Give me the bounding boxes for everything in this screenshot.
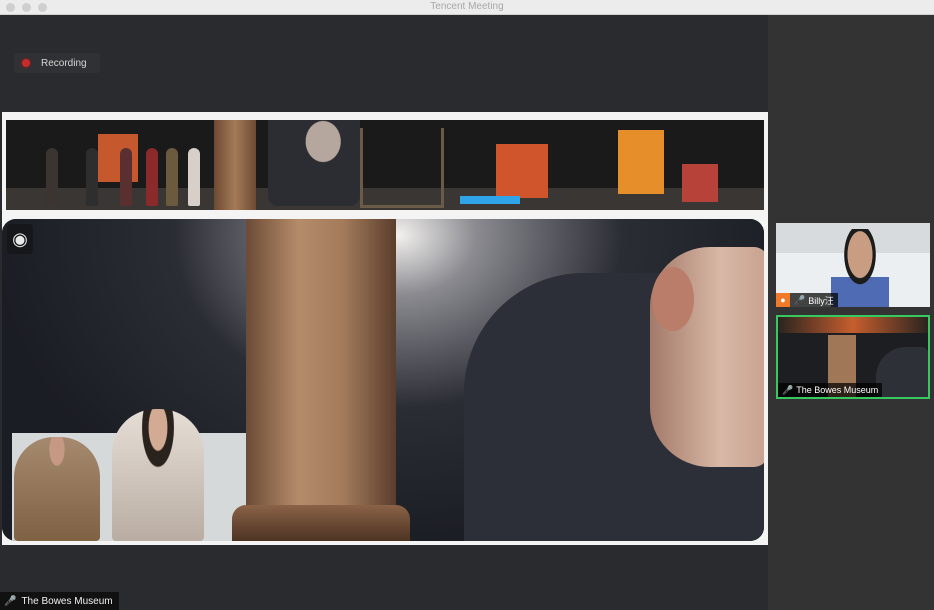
participant-video xyxy=(831,229,889,307)
participant-name: The Bowes Museum xyxy=(796,385,879,395)
main-camera-feed: ◉ xyxy=(2,219,764,541)
window-title: Tencent Meeting xyxy=(430,1,504,12)
person-icon: ● xyxy=(776,293,790,307)
panorama-monitor xyxy=(460,196,520,204)
mic-icon: 🎤 xyxy=(794,294,806,305)
active-speaker-label: 🎤 The Bowes Museum xyxy=(0,592,119,610)
participant-tile-active[interactable]: 🎤 The Bowes Museum xyxy=(776,315,930,399)
panorama-artwork xyxy=(682,164,718,202)
recording-dot-icon xyxy=(22,59,30,67)
panorama-artwork xyxy=(618,130,664,194)
panorama-scaffold xyxy=(360,128,444,208)
owl-logo-icon: ◉ xyxy=(7,224,33,254)
participant-tile[interactable]: ● 🎤 Billy汪 xyxy=(776,223,930,307)
recording-indicator[interactable]: Recording xyxy=(14,53,100,73)
panorama-visitor xyxy=(46,148,58,206)
participant-video-panorama xyxy=(778,317,928,333)
panorama-artwork xyxy=(98,134,138,182)
panorama-speaker xyxy=(268,120,360,206)
panorama-pillar xyxy=(214,120,256,210)
camera-pillar-base xyxy=(232,505,410,541)
shared-video-frame: ◉ xyxy=(2,112,768,545)
camera-visitor xyxy=(112,409,204,541)
panorama-visitor xyxy=(146,148,158,206)
mic-icon: 🎤 xyxy=(4,595,17,607)
mic-icon: 🎤 xyxy=(782,384,794,395)
camera-pillar xyxy=(246,219,396,541)
panorama-visitor xyxy=(86,148,98,206)
participant-name: Billy汪 xyxy=(808,295,834,306)
participant-video-speaker xyxy=(876,347,928,397)
panorama-visitor xyxy=(188,148,200,206)
camera-speaker-ear xyxy=(652,267,694,331)
participant-label: 🎤 The Bowes Museum xyxy=(778,383,883,397)
participant-sidebar: ● 🎤 Billy汪 🎤 The Bowes Museum xyxy=(768,15,934,610)
panorama-visitor xyxy=(166,148,178,206)
panorama-visitor xyxy=(120,148,132,206)
participant-label: ● 🎤 Billy汪 xyxy=(776,293,838,307)
camera-visitor xyxy=(14,437,100,541)
panorama-feed xyxy=(6,120,764,210)
active-speaker-name: The Bowes Museum xyxy=(21,595,113,607)
panorama-artwork xyxy=(496,144,548,198)
recording-label: Recording xyxy=(41,57,87,69)
window-titlebar: Tencent Meeting xyxy=(0,0,934,15)
main-video-area: Recording ◉ 🎤 The Bowes Museum xyxy=(0,15,768,610)
